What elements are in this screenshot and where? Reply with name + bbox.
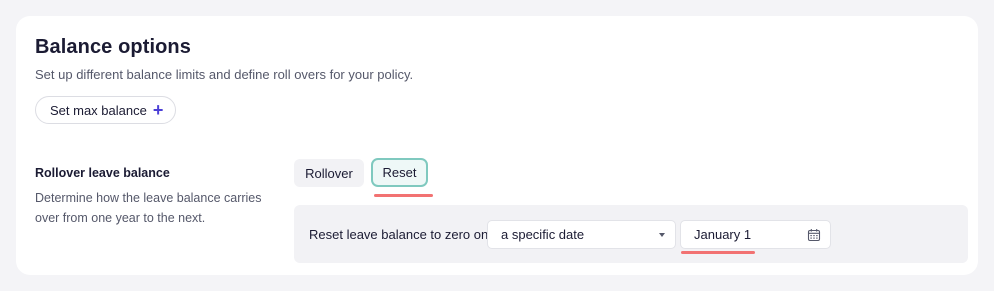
calendar-icon[interactable] <box>807 228 821 242</box>
reset-settings-panel: Reset leave balance to zero on a specifi… <box>294 205 968 263</box>
plus-icon: + <box>152 100 164 120</box>
rollover-section-description: Determine how the leave balance carries … <box>35 191 262 225</box>
page-title: Balance options <box>35 36 191 58</box>
reset-panel-label: Reset leave balance to zero on <box>309 227 489 242</box>
balance-options-card: Balance options Set up different balance… <box>16 16 978 275</box>
date-annotation-underline <box>681 251 755 254</box>
reset-annotation-underline <box>374 194 433 197</box>
reset-date-input[interactable]: January 1 <box>680 220 831 249</box>
rollover-option-button[interactable]: Rollover <box>294 159 364 187</box>
reset-option-button[interactable]: Reset <box>371 158 428 187</box>
reset-date-value: January 1 <box>694 227 752 242</box>
page-subtitle: Set up different balance limits and defi… <box>35 67 414 82</box>
reset-date-type-value: a specific date <box>501 227 585 242</box>
set-max-balance-label: Set max balance <box>50 102 147 118</box>
rollover-section-title: Rollover leave balance <box>35 166 170 180</box>
reset-date-type-select[interactable]: a specific date <box>487 220 676 249</box>
set-max-balance-button[interactable]: Set max balance + <box>35 96 176 124</box>
chevron-down-icon <box>659 233 665 237</box>
